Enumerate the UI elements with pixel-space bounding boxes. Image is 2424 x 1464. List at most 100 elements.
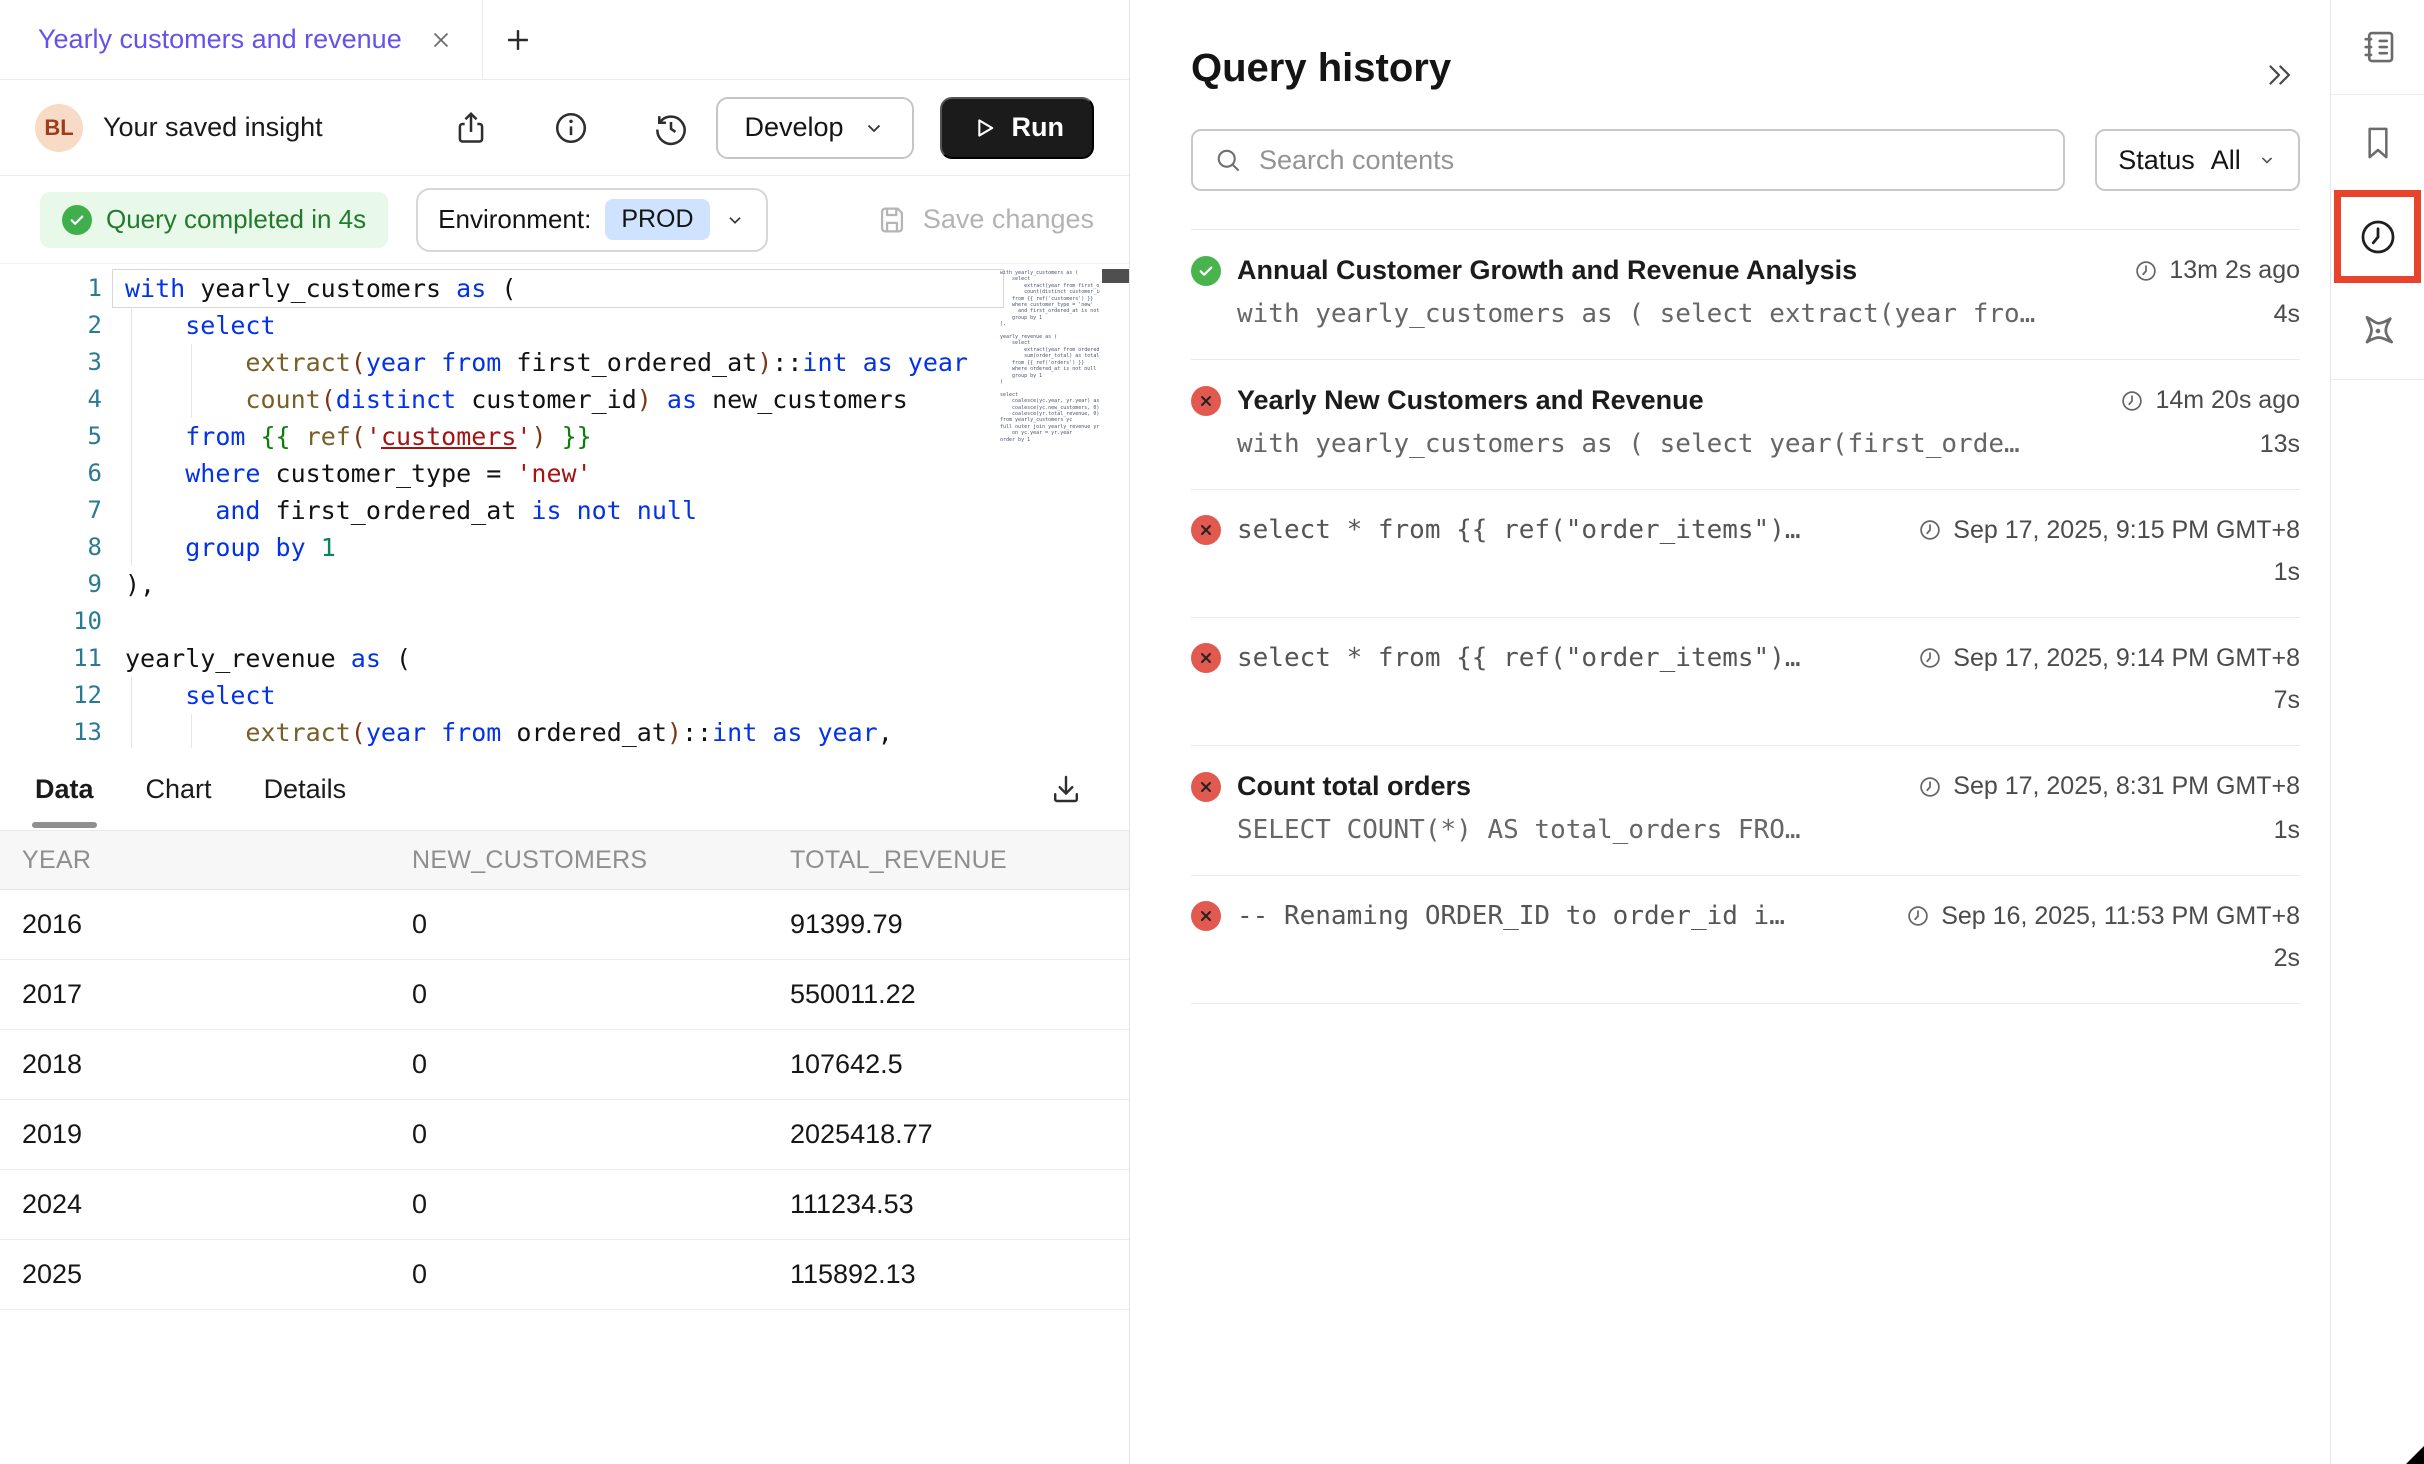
status-filter-dropdown[interactable]: Status All <box>2095 129 2300 191</box>
tab-title: Yearly customers and revenue <box>38 24 402 55</box>
tab-yearly-customers[interactable]: Yearly customers and revenue <box>0 0 483 79</box>
history-item[interactable]: select * from {{ ref("order_items")… Sep … <box>1191 489 2300 617</box>
rail-item-query-history-active[interactable] <box>2334 190 2421 283</box>
history-item[interactable]: Annual Customer Growth and Revenue Analy… <box>1191 229 2300 359</box>
results-tab-chart[interactable]: Chart <box>146 748 212 830</box>
query-completed-text: Query completed in 4s <box>106 204 366 235</box>
column-header: YEAR <box>22 846 412 875</box>
time-text: 13m 2s ago <box>2169 256 2300 285</box>
code-line: yearly_revenue as ( <box>125 640 1000 677</box>
table-cell: 2017 <box>22 979 412 1010</box>
environment-label: Environment: <box>438 204 591 235</box>
rail-item-bookmarks[interactable] <box>2331 95 2424 190</box>
line-number: 5 <box>0 418 102 455</box>
indent-guide <box>191 714 192 748</box>
error-status-icon <box>1191 772 1221 802</box>
indent-guide <box>131 307 132 566</box>
history-item-detail: 2s <box>1191 944 2300 973</box>
table-cell: 550011.22 <box>790 979 1129 1010</box>
develop-label: Develop <box>744 112 843 143</box>
code-line: and first_ordered_at is not null <box>125 492 1000 529</box>
results-tabs: Data Chart Details <box>35 748 346 830</box>
table-cell: 0 <box>412 909 790 940</box>
info-icon[interactable] <box>552 109 590 147</box>
results-tab-bar: Data Chart Details <box>0 748 1129 830</box>
column-header: NEW_CUSTOMERS <box>412 846 790 875</box>
insight-toolbar: BL Your saved insight Develop Run <box>0 80 1129 176</box>
save-changes-button[interactable]: Save changes <box>875 203 1094 237</box>
query-status-row: Query completed in 4s Environment: PROD … <box>0 176 1129 264</box>
history-item[interactable]: Yearly New Customers and Revenue 14m 20s … <box>1191 359 2300 489</box>
history-item-header: Yearly New Customers and Revenue 14m 20s … <box>1191 385 2300 416</box>
table-cell: 0 <box>412 1259 790 1290</box>
history-item-detail: with yearly_customers as ( select year(f… <box>1191 429 2300 459</box>
history-item[interactable]: -- Renaming ORDER_ID to order_id i…Sep 1… <box>1191 875 2300 1004</box>
history-item-title: Yearly New Customers and Revenue <box>1237 385 1704 416</box>
environment-value-chip: PROD <box>605 199 709 240</box>
results-tab-data[interactable]: Data <box>35 748 94 830</box>
plus-icon <box>501 23 535 57</box>
editor-gutter: 12345678910111213 <box>0 270 102 748</box>
table-row: 201902025418.77 <box>0 1100 1129 1170</box>
code-line: extract(year from first_ordered_at)::int… <box>125 344 1000 381</box>
line-number: 11 <box>0 640 102 677</box>
indent-guide <box>131 677 132 748</box>
avatar: BL <box>35 104 83 152</box>
history-item-title: select * from {{ ref("order_items")… <box>1237 643 1801 673</box>
search-input[interactable] <box>1259 145 2043 176</box>
line-number: 13 <box>0 714 102 748</box>
results-table: YEARNEW_CUSTOMERSTOTAL_REVENUE 201609139… <box>0 830 1129 1310</box>
new-tab-button[interactable] <box>483 0 553 79</box>
line-number: 10 <box>0 603 102 640</box>
table-body: 2016091399.7920170550011.2220180107642.5… <box>0 890 1129 1310</box>
table-cell: 0 <box>412 1119 790 1150</box>
search-box[interactable] <box>1191 129 2065 191</box>
table-cell: 2018 <box>22 1049 412 1080</box>
results-tab-details[interactable]: Details <box>264 748 347 830</box>
history-item-time: Sep 17, 2025, 9:15 PM GMT+8 <box>1899 516 2300 545</box>
code-line: from {{ ref('customers') }} <box>125 418 1000 455</box>
line-number: 12 <box>0 677 102 714</box>
history-item-sql-preview: with yearly_customers as ( select year(f… <box>1237 429 2020 459</box>
download-icon[interactable] <box>1048 771 1084 807</box>
query-history-clock-icon <box>2356 215 2400 259</box>
time-text: 14m 20s ago <box>2155 386 2300 415</box>
history-item-title: Count total orders <box>1237 771 1471 802</box>
rail-item-notebook[interactable] <box>2331 0 2424 95</box>
table-cell: 91399.79 <box>790 909 1129 940</box>
history-item-detail: with yearly_customers as ( select extrac… <box>1191 299 2300 329</box>
history-item-title: select * from {{ ref("order_items")… <box>1237 515 1801 545</box>
history-item-time: Sep 17, 2025, 8:31 PM GMT+8 <box>1899 772 2300 801</box>
double-chevron-right-icon[interactable] <box>2262 58 2296 92</box>
icon-rail <box>2330 0 2424 1464</box>
version-history-icon[interactable] <box>652 109 690 147</box>
sql-editor[interactable]: 12345678910111213 with yearly_customers … <box>0 264 1130 748</box>
run-button[interactable]: Run <box>940 97 1094 159</box>
history-item[interactable]: select * from {{ ref("order_items")…Sep … <box>1191 617 2300 745</box>
table-row: 20250115892.13 <box>0 1240 1129 1310</box>
page-title: Query history <box>1191 46 2300 91</box>
history-item-duration: 13s <box>2240 430 2300 459</box>
editor-code[interactable]: with yearly_customers as ( select extrac… <box>125 270 1000 748</box>
code-line: ), <box>125 566 1000 603</box>
editor-minimap[interactable]: with yearly_customers as ( select extrac… <box>1000 270 1100 740</box>
editor-panel: Yearly customers and revenue BL Your sav… <box>0 0 1130 1464</box>
line-number: 4 <box>0 381 102 418</box>
share-icon[interactable] <box>452 109 490 147</box>
save-changes-label: Save changes <box>923 204 1094 235</box>
editor-scrollbar-thumb[interactable] <box>1102 269 1129 283</box>
history-item-duration: 2s <box>2254 944 2300 973</box>
close-icon[interactable] <box>428 27 454 53</box>
history-item[interactable]: Count total orders Sep 17, 2025, 8:31 PM … <box>1191 745 2300 875</box>
rail-item-explore[interactable] <box>2331 283 2424 380</box>
code-line: select <box>125 307 1000 344</box>
check-circle-icon <box>62 205 92 235</box>
error-status-icon <box>1191 643 1221 673</box>
success-status-icon <box>1191 256 1221 286</box>
compass-star-icon <box>2356 309 2400 353</box>
table-cell: 0 <box>412 1189 790 1220</box>
history-item-duration: 7s <box>2254 686 2300 715</box>
develop-button[interactable]: Develop <box>716 97 913 159</box>
environment-selector[interactable]: Environment: PROD <box>416 188 767 252</box>
history-item-duration: 4s <box>2254 300 2300 329</box>
